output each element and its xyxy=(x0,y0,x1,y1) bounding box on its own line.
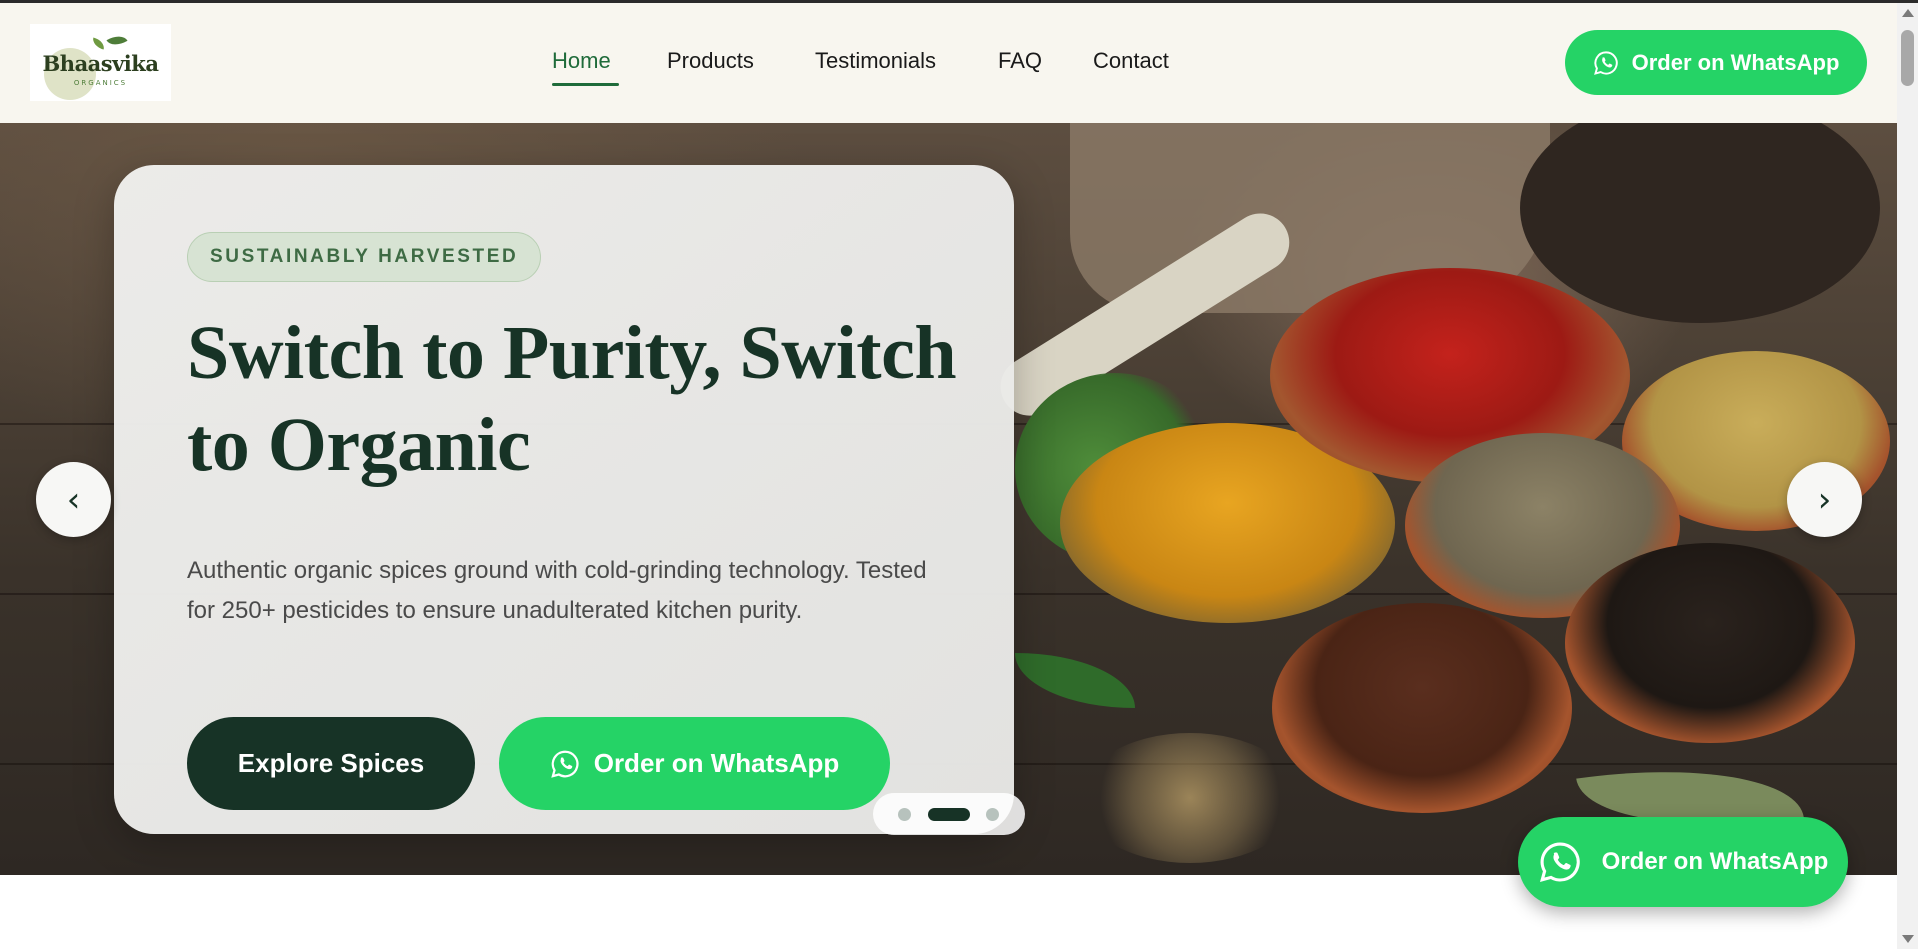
nav-active-underline xyxy=(552,83,619,86)
logo-leaf-icon xyxy=(106,31,128,50)
carousel-dot-3[interactable] xyxy=(986,808,999,821)
black-pepper-bowl-image xyxy=(1565,543,1855,743)
logo-name: Bhaasvika xyxy=(42,51,159,76)
nav-item-testimonials[interactable]: Testimonials xyxy=(815,48,936,74)
nav-item-products[interactable]: Products xyxy=(667,48,754,74)
carousel-dot-1[interactable] xyxy=(898,808,911,821)
carousel-prev-button[interactable]: ‹ xyxy=(36,462,111,537)
nav-item-contact[interactable]: Contact xyxy=(1093,48,1169,74)
scattered-seeds-image xyxy=(1080,733,1300,863)
nav-item-faq[interactable]: FAQ xyxy=(998,48,1042,74)
logo-leaf-icon xyxy=(91,37,106,50)
scroll-down-arrow-icon[interactable] xyxy=(1902,935,1914,943)
bay-leaf-image xyxy=(1015,653,1135,708)
explore-spices-button[interactable]: Explore Spices xyxy=(187,717,475,810)
hero-carousel: SUSTAINABLY HARVESTED Switch to Purity, … xyxy=(0,123,1897,875)
hero-card: SUSTAINABLY HARVESTED Switch to Purity, … xyxy=(114,165,1014,834)
floating-whatsapp-button[interactable]: Order on WhatsApp xyxy=(1518,817,1848,907)
carousel-next-button[interactable]: › xyxy=(1787,462,1862,537)
carousel-dot-2-active[interactable] xyxy=(928,808,970,821)
hero-description: Authentic organic spices ground with col… xyxy=(187,557,927,624)
whatsapp-icon xyxy=(1538,840,1582,884)
nav-item-home[interactable]: Home xyxy=(552,48,611,74)
hero-headline: Switch to Purity, Switch to Organic xyxy=(187,311,957,487)
header-whatsapp-button[interactable]: Order on WhatsApp xyxy=(1565,30,1867,95)
site-header: Bhaasvika ORGANICS Home Products Testimo… xyxy=(0,3,1897,124)
scroll-thumb[interactable] xyxy=(1901,30,1914,86)
star-anise-bowl-image xyxy=(1272,603,1572,813)
brand-logo[interactable]: Bhaasvika ORGANICS xyxy=(30,24,171,101)
scroll-up-arrow-icon[interactable] xyxy=(1902,9,1914,17)
carousel-indicators xyxy=(873,793,1025,835)
logo-tagline: ORGANICS xyxy=(73,79,128,87)
header-whatsapp-label: Order on WhatsApp xyxy=(1631,49,1840,75)
dark-pot-image xyxy=(1520,123,1880,323)
hero-whatsapp-button[interactable]: Order on WhatsApp xyxy=(499,717,890,810)
page-scrollbar[interactable] xyxy=(1897,3,1918,949)
whatsapp-icon xyxy=(550,749,580,779)
hero-whatsapp-label: Order on WhatsApp xyxy=(593,748,840,778)
floating-whatsapp-label: Order on WhatsApp xyxy=(1601,848,1829,875)
whatsapp-icon xyxy=(1593,50,1619,76)
hero-badge: SUSTAINABLY HARVESTED xyxy=(187,232,542,282)
